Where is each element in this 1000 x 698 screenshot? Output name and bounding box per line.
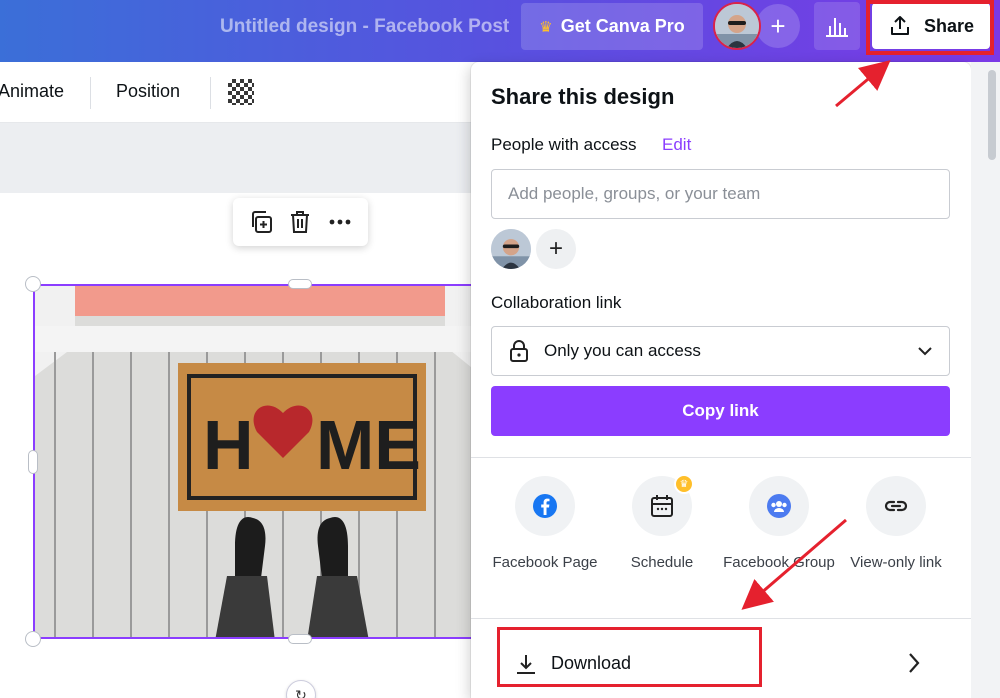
- link-icon: [884, 500, 908, 512]
- share-panel-title: Share this design: [491, 84, 675, 109]
- get-canva-pro-label: Get Canva Pro: [560, 16, 685, 36]
- position-button[interactable]: Position: [116, 81, 180, 102]
- link-access-dropdown[interactable]: Only you can access: [491, 326, 950, 376]
- edit-access-link[interactable]: Edit: [662, 135, 691, 155]
- share-option-label: Facebook Page: [492, 554, 598, 571]
- share-option-schedule[interactable]: ♛ Schedule: [602, 474, 722, 575]
- invite-plus-button[interactable]: +: [756, 4, 800, 48]
- svg-text:ME: ME: [316, 406, 421, 484]
- collaborator-avatar[interactable]: [491, 229, 531, 269]
- copy-link-button[interactable]: Copy link: [491, 386, 950, 436]
- panel-divider: [471, 618, 971, 619]
- duplicate-icon[interactable]: [248, 209, 274, 235]
- link-access-value: Only you can access: [544, 341, 701, 360]
- resize-handle-top-left[interactable]: [25, 276, 41, 292]
- add-people-input[interactable]: [491, 169, 950, 219]
- calendar-icon: [651, 495, 673, 517]
- facebook-icon: [533, 494, 557, 518]
- share-panel: [471, 62, 971, 698]
- crown-icon: ♛: [539, 18, 553, 36]
- panel-divider: [471, 457, 971, 458]
- insights-button[interactable]: [814, 2, 860, 50]
- share-option-label: Facebook Group: [723, 554, 835, 571]
- panel-scrollbar-thumb[interactable]: [988, 70, 996, 160]
- trash-icon[interactable]: [288, 209, 312, 235]
- people-with-access-label: People with access: [491, 135, 637, 154]
- doormat-text: H: [203, 406, 254, 484]
- pro-crown-badge-icon: ♛: [674, 474, 694, 494]
- element-floating-toolbar: [233, 198, 368, 246]
- resize-handle-bottom-left[interactable]: [25, 631, 41, 647]
- get-canva-pro-button[interactable]: ♛ Get Canva Pro: [521, 3, 703, 50]
- group-icon: [767, 494, 791, 518]
- resize-handle-left[interactable]: [28, 450, 38, 474]
- document-title[interactable]: Untitled design - Facebook Post: [220, 16, 509, 38]
- transparency-icon[interactable]: [228, 79, 254, 105]
- toolbar-divider: [90, 77, 91, 109]
- top-bar: Untitled design - Facebook Post ♛ Get Ca…: [0, 0, 1000, 62]
- chevron-down-icon: [918, 347, 932, 356]
- more-options-icon[interactable]: [327, 209, 353, 235]
- resize-handle-top[interactable]: [288, 279, 312, 289]
- avatar-image: [491, 229, 531, 269]
- share-highlight-box: [866, 0, 994, 55]
- bar-chart-icon: [826, 18, 848, 37]
- user-avatar[interactable]: [713, 2, 761, 50]
- collaboration-link-label: Collaboration link: [491, 293, 622, 312]
- share-option-label: View-only link: [850, 554, 942, 571]
- chevron-right-icon: [909, 653, 920, 673]
- toolbar-divider: [210, 77, 211, 109]
- animate-button[interactable]: Animate: [0, 81, 64, 102]
- share-option-facebook-group[interactable]: Facebook Group: [719, 476, 839, 575]
- lock-icon: [510, 340, 528, 362]
- resize-handle-bottom[interactable]: [288, 634, 312, 644]
- download-highlight-box: [497, 627, 762, 687]
- share-option-label: Schedule: [630, 554, 694, 571]
- canvas-header-band: [0, 123, 480, 193]
- add-person-button[interactable]: +: [536, 229, 576, 269]
- avatar-image: [715, 4, 759, 48]
- share-option-view-only-link[interactable]: View-only link: [836, 476, 956, 575]
- home-doormat-image: H ME: [35, 286, 478, 637]
- selected-photo-element[interactable]: H ME: [33, 284, 480, 639]
- share-option-facebook-page[interactable]: Facebook Page: [485, 476, 605, 575]
